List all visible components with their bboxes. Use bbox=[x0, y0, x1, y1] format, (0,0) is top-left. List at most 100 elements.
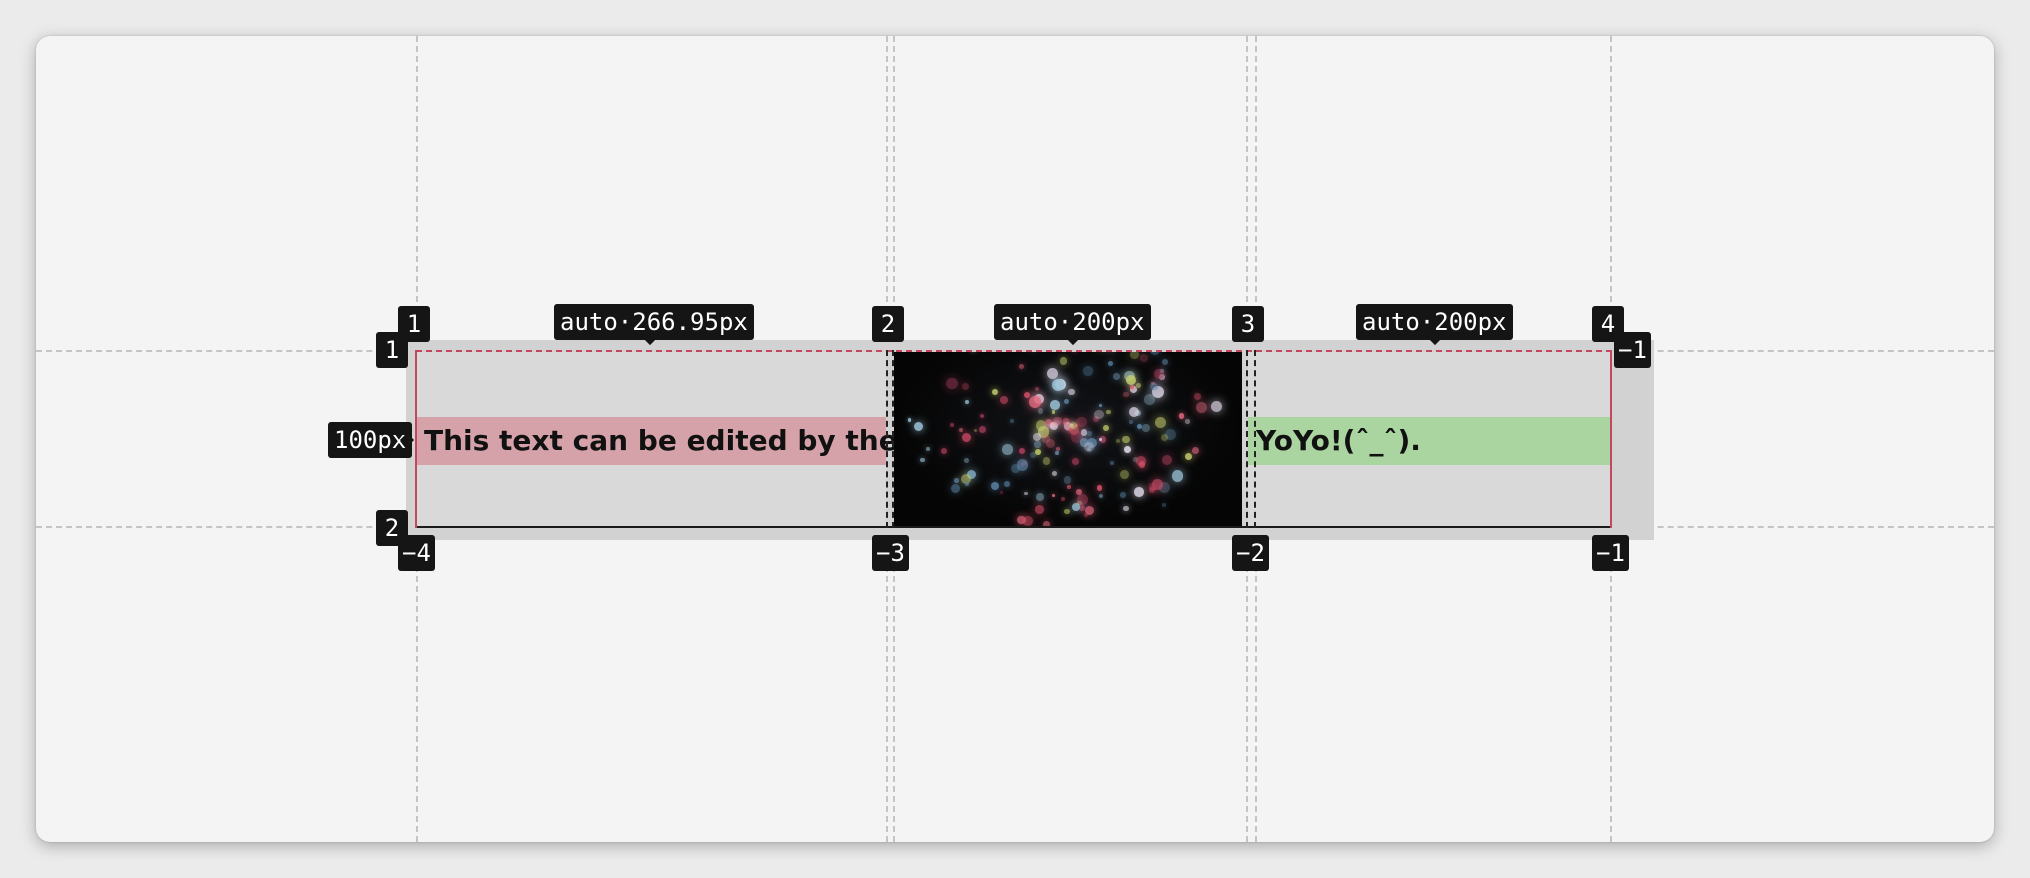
firework-spark bbox=[1059, 356, 1068, 365]
firework-spark bbox=[1002, 444, 1013, 455]
firework-spark bbox=[1130, 352, 1140, 359]
firework-spark bbox=[1071, 458, 1079, 466]
col-line-number-2: 2 bbox=[872, 306, 904, 342]
firework-spark bbox=[1094, 409, 1104, 420]
firework-spark bbox=[979, 414, 984, 419]
firework-spark bbox=[1086, 431, 1092, 437]
firework-spark bbox=[1004, 480, 1011, 487]
firework-spark bbox=[1084, 506, 1094, 516]
col-boundary-3a bbox=[1246, 350, 1248, 528]
firework-spark bbox=[1142, 423, 1151, 433]
inspector-window: This text can be edited by the user. YoY… bbox=[36, 36, 1994, 842]
firework-spark bbox=[1185, 453, 1193, 461]
firework-spark bbox=[1010, 419, 1015, 424]
firework-spark bbox=[1010, 463, 1020, 473]
firework-spark bbox=[1125, 374, 1136, 386]
firework-spark bbox=[1154, 369, 1164, 379]
col-boundary-2b bbox=[892, 350, 894, 528]
firework-spark bbox=[992, 388, 999, 396]
firework-spark bbox=[1053, 416, 1062, 426]
firework-spark bbox=[1103, 425, 1110, 432]
col-line-number-neg-2: −2 bbox=[1232, 535, 1269, 571]
firework-spark bbox=[1063, 476, 1072, 484]
firework-spark bbox=[1063, 421, 1067, 425]
firework-spark bbox=[1116, 439, 1121, 444]
firework-spark bbox=[990, 482, 1000, 491]
firework-spark bbox=[1077, 493, 1089, 505]
firework-spark bbox=[1120, 492, 1126, 498]
col-boundary-2a bbox=[886, 350, 888, 528]
firework-spark bbox=[1042, 457, 1051, 466]
firework-spark bbox=[1083, 366, 1093, 376]
firework-spark bbox=[1107, 360, 1114, 367]
firework-spark bbox=[974, 429, 978, 433]
firework-spark bbox=[1122, 435, 1130, 444]
firework-spark bbox=[1110, 461, 1115, 466]
firework-spark bbox=[1034, 449, 1041, 456]
green-text-box: YoYo!(ˆ_ˆ). bbox=[1248, 417, 1612, 465]
firework-spark bbox=[1149, 352, 1161, 356]
firework-spark bbox=[1022, 516, 1033, 526]
firework-spark bbox=[1051, 471, 1057, 477]
firework-spark bbox=[1076, 416, 1087, 428]
firework-spark bbox=[961, 433, 971, 443]
firework-spark bbox=[1185, 419, 1190, 424]
grid-cell-text: This text can be edited by the user. bbox=[416, 352, 984, 526]
firework-spark bbox=[925, 446, 930, 451]
firework-spark bbox=[1024, 391, 1031, 398]
firework-spark bbox=[1195, 401, 1208, 414]
firework-spark bbox=[1122, 505, 1129, 512]
firework-spark bbox=[978, 426, 987, 434]
firework-spark bbox=[1047, 367, 1059, 379]
firework-spark bbox=[1068, 388, 1075, 395]
row-line-number-neg-1: −1 bbox=[1614, 332, 1651, 368]
firework-spark bbox=[1063, 398, 1069, 404]
firework-spark bbox=[1043, 520, 1051, 526]
firework-spark bbox=[999, 395, 1009, 405]
firework-spark bbox=[1161, 454, 1173, 466]
firework-spark bbox=[1191, 446, 1199, 455]
firework-spark bbox=[1134, 487, 1144, 497]
firework-spark bbox=[1069, 421, 1077, 429]
col-boundary-1 bbox=[415, 350, 417, 528]
firework-spark bbox=[964, 481, 970, 487]
row-line-number-1: 1 bbox=[376, 332, 408, 368]
firework-spark bbox=[954, 478, 960, 483]
grid-container: This text can be edited by the user. YoY… bbox=[416, 350, 1612, 528]
firework-spark bbox=[1144, 393, 1155, 405]
firework-spark bbox=[1098, 493, 1103, 498]
firework-spark bbox=[1037, 408, 1043, 414]
firework-spark bbox=[950, 483, 960, 493]
firework-spark bbox=[1034, 505, 1044, 515]
firework-spark bbox=[1148, 487, 1155, 494]
firework-spark bbox=[1051, 494, 1055, 498]
col-boundary-4 bbox=[1610, 350, 1612, 528]
firework-spark bbox=[1194, 393, 1201, 401]
firework-spark bbox=[1052, 410, 1056, 414]
firework-spark bbox=[1179, 413, 1185, 419]
firework-spark bbox=[1161, 358, 1169, 366]
firework-spark bbox=[1123, 445, 1131, 453]
firework-spark bbox=[1064, 509, 1070, 515]
firework-spark bbox=[907, 418, 912, 422]
editable-text-field[interactable]: This text can be edited by the user. bbox=[416, 417, 984, 465]
firework-spark bbox=[959, 427, 964, 433]
firework-spark bbox=[1018, 363, 1024, 369]
firework-spark bbox=[1083, 441, 1095, 453]
firework-spark bbox=[949, 423, 954, 428]
firework-spark bbox=[1211, 401, 1223, 413]
col-line-number-3: 3 bbox=[1232, 306, 1264, 342]
firework-spark bbox=[965, 400, 970, 405]
firework-spark bbox=[1096, 485, 1103, 491]
firework-spark bbox=[1018, 447, 1025, 454]
firework-spark bbox=[1161, 503, 1166, 508]
firework-spark bbox=[1061, 496, 1066, 501]
firework-spark bbox=[1112, 372, 1120, 380]
fireworks-image bbox=[894, 352, 1242, 526]
grid-cell-green: YoYo!(ˆ_ˆ). bbox=[1248, 352, 1612, 526]
firework-spark bbox=[1161, 433, 1168, 441]
firework-spark bbox=[946, 377, 959, 390]
firework-spark bbox=[1129, 420, 1133, 424]
firework-spark bbox=[1033, 432, 1042, 441]
firework-spark bbox=[963, 457, 970, 463]
